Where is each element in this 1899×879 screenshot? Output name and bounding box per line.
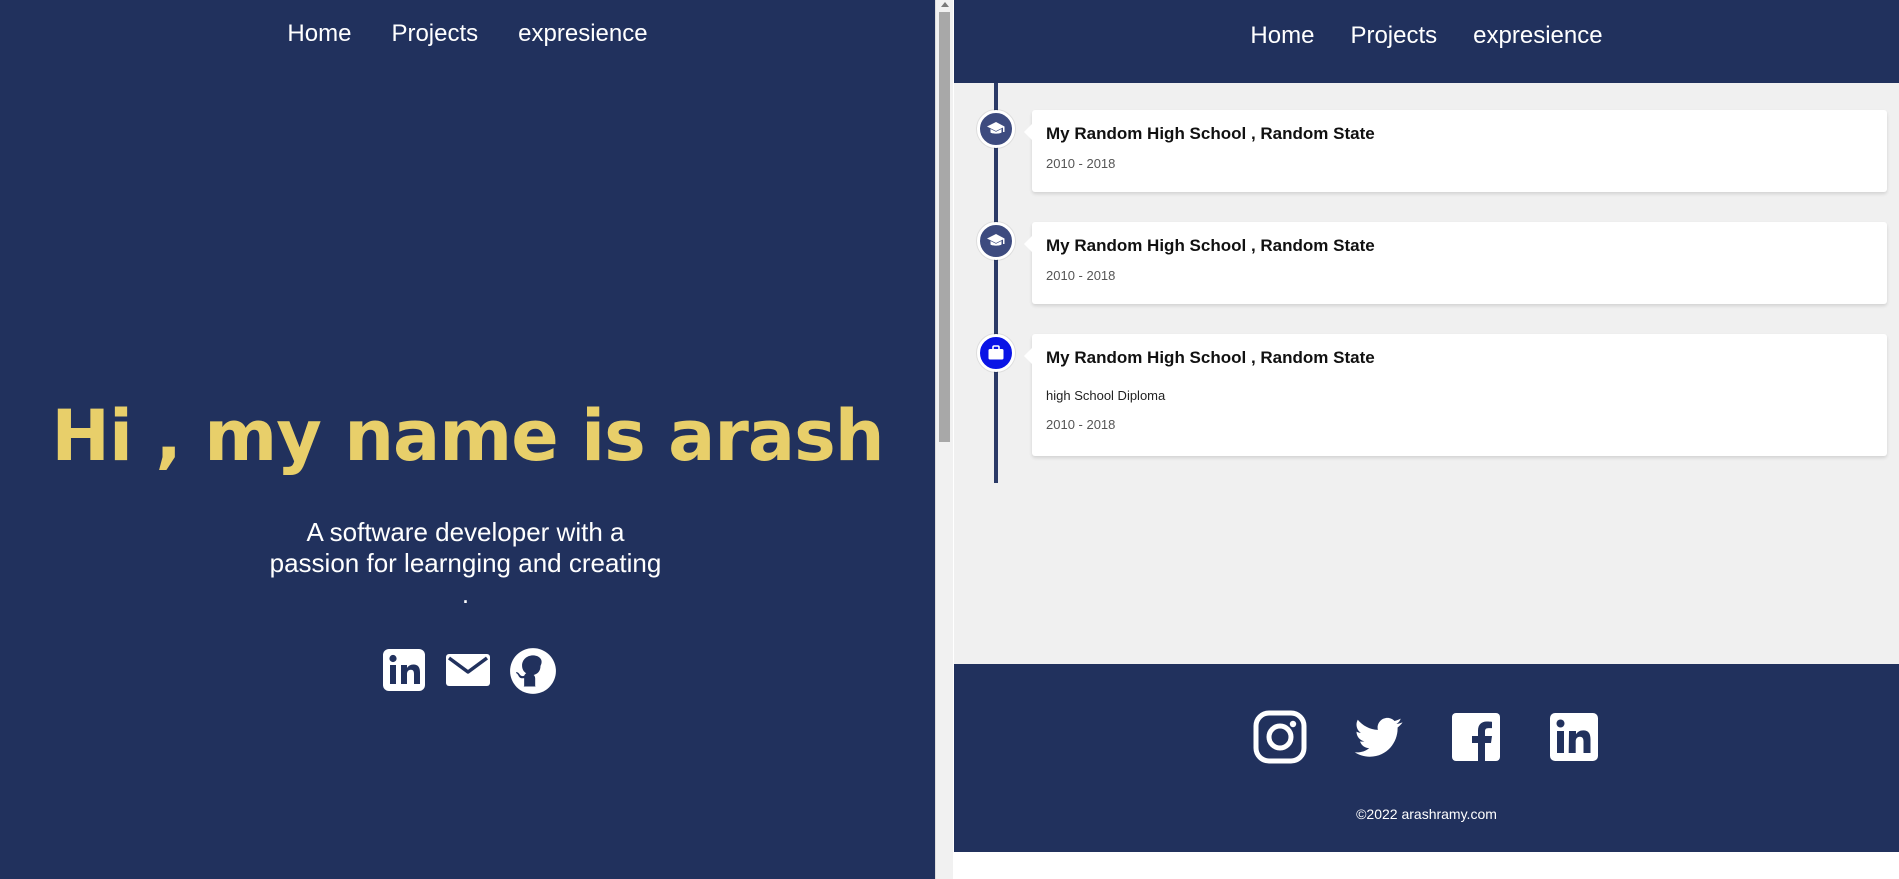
timeline-card: My Random High School , Random State 201… xyxy=(1024,222,1887,304)
timeline-description: high School Diploma xyxy=(1046,388,1166,403)
timeline-section: My Random High School , Random State 201… xyxy=(954,83,1899,664)
graduation-cap-icon xyxy=(977,222,1015,260)
scroll-up-arrow-icon[interactable] xyxy=(941,2,949,7)
timeline-date: 2010 - 2018 xyxy=(1046,268,1116,283)
briefcase-icon xyxy=(977,334,1015,372)
right-pane: Home Projects expresience My Random High… xyxy=(954,0,1899,879)
nav-projects-link[interactable]: Projects xyxy=(1350,22,1437,50)
linkedin-icon[interactable] xyxy=(380,646,428,694)
page-bottom xyxy=(954,852,1899,879)
timeline-date: 2010 - 2018 xyxy=(1046,156,1116,171)
footer-social-links xyxy=(954,710,1899,764)
left-nav: Home Projects expresience xyxy=(0,20,935,48)
footer-copyright: ©2022 arashramy.com xyxy=(1356,806,1497,822)
instagram-icon[interactable] xyxy=(1253,710,1307,764)
scroll-thumb[interactable] xyxy=(939,12,950,442)
linkedin-icon[interactable] xyxy=(1547,710,1601,764)
right-nav: Home Projects expresience xyxy=(954,22,1899,50)
right-header: Home Projects expresience xyxy=(954,0,1899,83)
hero-subtitle: A software developer with a passion for … xyxy=(269,517,662,609)
graduation-cap-icon xyxy=(977,110,1015,148)
email-icon[interactable] xyxy=(444,646,492,694)
left-pane: Home Projects expresience Hi , my name i… xyxy=(0,0,935,879)
nav-experience-link[interactable]: expresience xyxy=(518,20,647,48)
nav-experience-link[interactable]: expresience xyxy=(1473,22,1602,50)
github-icon[interactable] xyxy=(508,646,556,694)
timeline-date: 2010 - 2018 xyxy=(1046,417,1116,432)
twitter-icon[interactable] xyxy=(1351,710,1405,764)
timeline-card: My Random High School , Random State 201… xyxy=(1024,110,1887,192)
timeline-title: My Random High School , Random State xyxy=(1046,348,1375,367)
facebook-icon[interactable] xyxy=(1449,710,1503,764)
timeline-card: My Random High School , Random State hig… xyxy=(1024,334,1887,456)
timeline-title: My Random High School , Random State xyxy=(1046,124,1375,143)
scrollbar[interactable] xyxy=(935,0,953,879)
nav-home-link[interactable]: Home xyxy=(287,20,351,48)
hero-title: Hi , my name is arash xyxy=(51,395,884,477)
hero-social-links xyxy=(0,646,935,694)
nav-home-link[interactable]: Home xyxy=(1250,22,1314,50)
timeline-title: My Random High School , Random State xyxy=(1046,236,1375,255)
footer: ©2022 arashramy.com xyxy=(954,664,1899,852)
nav-projects-link[interactable]: Projects xyxy=(391,20,478,48)
